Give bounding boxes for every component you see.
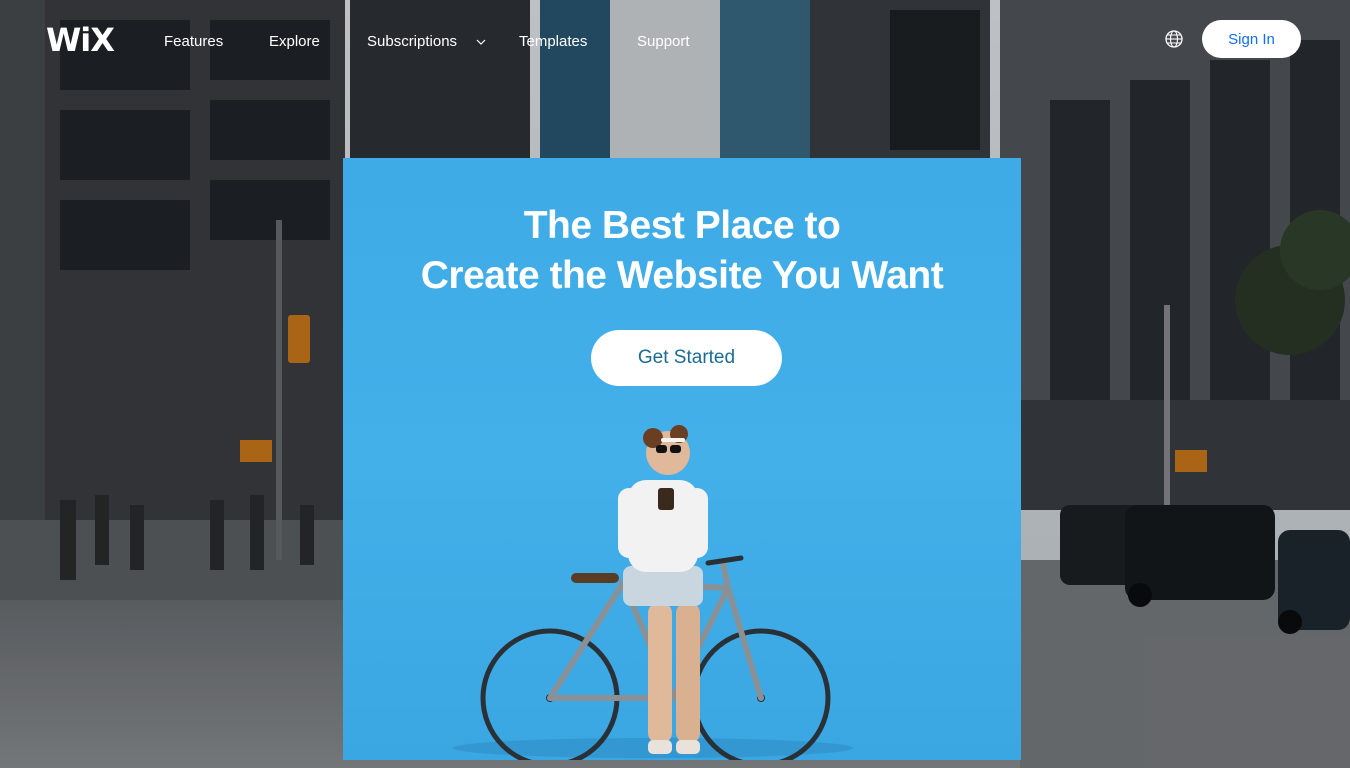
globe-icon[interactable] xyxy=(1164,29,1184,49)
nav-link-features[interactable]: Features xyxy=(164,32,223,52)
chevron-down-icon[interactable] xyxy=(476,38,486,46)
hero-panel: The Best Place to Create the Website You… xyxy=(343,158,1021,760)
nav-link-templates[interactable]: Templates xyxy=(519,32,587,52)
top-navigation: WiX Features Explore Subscriptions Templ… xyxy=(0,0,1350,80)
hero-headline: The Best Place to Create the Website You… xyxy=(343,201,1021,301)
nav-link-subscriptions[interactable]: Subscriptions xyxy=(367,32,457,52)
nav-link-explore[interactable]: Explore xyxy=(269,32,320,52)
nav-link-support[interactable]: Support xyxy=(637,32,690,52)
wix-logo[interactable]: WiX xyxy=(46,20,115,60)
sign-in-button[interactable]: Sign In xyxy=(1202,20,1301,58)
headline-line-2: Create the Website You Want xyxy=(420,254,944,297)
get-started-button[interactable]: Get Started xyxy=(591,330,782,386)
headline-line-1: The Best Place to xyxy=(523,204,841,247)
